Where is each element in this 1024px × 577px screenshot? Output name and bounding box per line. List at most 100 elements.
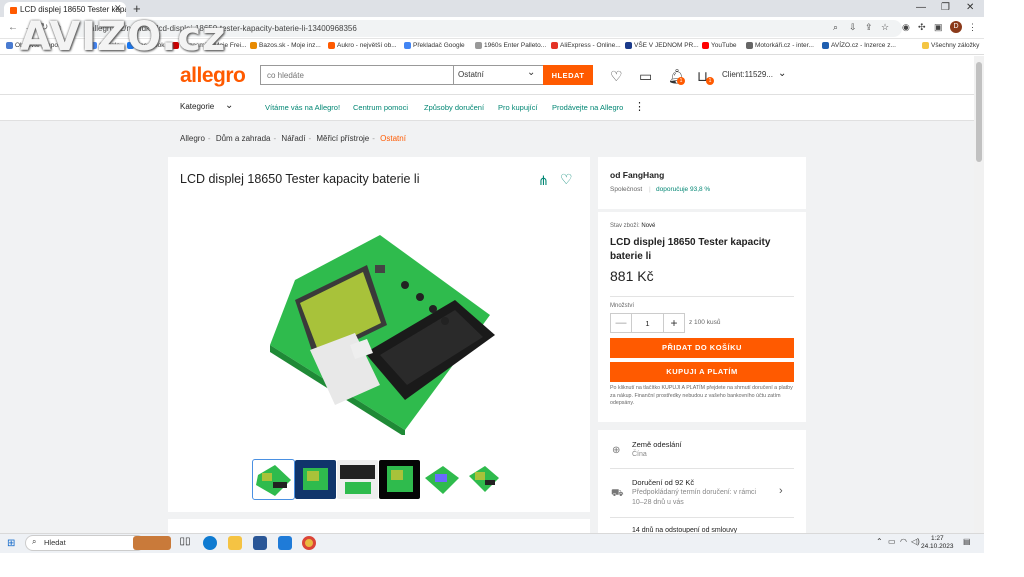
buy-now-button[interactable]: KUPUJI A PLATÍM bbox=[610, 362, 794, 382]
separator: | bbox=[649, 186, 651, 193]
client-account[interactable]: Client:11529... bbox=[722, 70, 773, 79]
buy-note: Po kliknutí na tlačítko KUPUJI A PLATÍM … bbox=[610, 385, 793, 406]
notification-icon[interactable]: ▤ bbox=[963, 537, 971, 546]
widget-icon[interactable] bbox=[133, 536, 171, 550]
back-icon[interactable]: ← bbox=[8, 22, 18, 33]
allegro-logo[interactable]: allegro bbox=[180, 64, 246, 88]
chevron-down-icon: ⌄ bbox=[527, 67, 536, 78]
breadcrumb-current[interactable]: Ostatní bbox=[380, 134, 406, 143]
breadcrumb-item[interactable]: Měřicí přístroje bbox=[316, 134, 369, 143]
clock[interactable]: 1:27 24.10.2023 bbox=[921, 535, 954, 551]
store-icon[interactable] bbox=[253, 536, 267, 550]
seller-type: Společnost bbox=[610, 186, 643, 193]
thumbnail[interactable] bbox=[463, 460, 504, 499]
chrome-icon[interactable] bbox=[302, 536, 316, 550]
thumbnail[interactable] bbox=[379, 460, 420, 499]
truck-icon: ⛟ bbox=[611, 488, 624, 499]
seller-name[interactable]: od FangHang bbox=[610, 170, 664, 180]
bookmark-item[interactable]: Aukro - největší ob... bbox=[328, 42, 397, 49]
folder-icon[interactable] bbox=[228, 536, 242, 550]
install-icon[interactable]: ⇩ bbox=[849, 22, 857, 33]
task-view-icon[interactable]: ▯▯ bbox=[178, 536, 192, 550]
decrease-button[interactable]: — bbox=[610, 313, 632, 333]
product-image[interactable] bbox=[255, 225, 505, 435]
messages-icon[interactable]: ▭ bbox=[639, 68, 652, 85]
globe-icon: ⊕ bbox=[612, 445, 621, 456]
nav-link-help[interactable]: Centrum pomoci bbox=[353, 103, 408, 112]
search-input[interactable] bbox=[260, 65, 454, 85]
menu-icon[interactable]: ⋮ bbox=[968, 22, 977, 33]
extension-icon[interactable]: ◉ bbox=[902, 22, 910, 33]
search-button[interactable]: HLEDAT bbox=[543, 65, 593, 85]
tab-favicon-icon bbox=[10, 7, 17, 14]
more-icon[interactable]: ⋮ bbox=[634, 100, 645, 113]
thumbnail[interactable] bbox=[295, 460, 336, 499]
share-icon[interactable]: ⋔ bbox=[538, 173, 549, 189]
close-tab-icon[interactable]: ✕ bbox=[114, 3, 122, 14]
thumbnail[interactable] bbox=[252, 459, 295, 500]
watermark: AVIZO.cz bbox=[20, 14, 227, 60]
edge-icon[interactable] bbox=[203, 536, 217, 550]
origin-label: Země odeslání bbox=[632, 440, 682, 449]
chevron-right-icon[interactable]: › bbox=[779, 485, 783, 497]
breadcrumb: Allegro - Dům a zahrada - Nářadí - Měřicí p… bbox=[180, 134, 406, 143]
bookmark-star-icon[interactable]: ☆ bbox=[881, 22, 889, 33]
bookmark-item[interactable]: YouTube bbox=[702, 42, 737, 49]
nav-link-delivery[interactable]: Způsoby doručení bbox=[424, 103, 484, 112]
chevron-down-icon: ⌄ bbox=[225, 100, 234, 111]
search-page-icon[interactable]: ⌕ bbox=[833, 22, 838, 33]
volume-icon[interactable]: ◁) bbox=[911, 537, 920, 546]
scrollbar-thumb[interactable] bbox=[976, 62, 982, 162]
bookmark-item[interactable]: VŠE V JEDNOM PR... bbox=[625, 42, 699, 49]
bookmark-item[interactable]: Motorkáři.cz - inter... bbox=[746, 42, 814, 49]
increase-button[interactable]: + bbox=[663, 313, 685, 333]
notification-badge: 1 bbox=[677, 77, 685, 85]
bookmark-item[interactable]: Bazos.sk - Moje inz... bbox=[250, 42, 321, 49]
network-icon[interactable]: ▭ bbox=[888, 537, 896, 546]
breadcrumb-item[interactable]: Dům a zahrada bbox=[216, 134, 271, 143]
bookmark-item[interactable]: Překladač Google bbox=[404, 42, 465, 49]
bottom-margin bbox=[0, 553, 1024, 577]
price: 881 Kč bbox=[610, 268, 654, 284]
wifi-icon[interactable]: ◠ bbox=[900, 537, 907, 546]
window-close-icon[interactable]: ✕ bbox=[966, 2, 974, 13]
chevron-down-icon[interactable]: ⌄ bbox=[778, 68, 786, 79]
profile-avatar[interactable]: D bbox=[950, 21, 962, 33]
categories-menu[interactable]: Kategorie bbox=[180, 102, 214, 111]
seller-rating[interactable]: doporučuje 93,8 % bbox=[656, 186, 710, 193]
thumbnail[interactable] bbox=[337, 460, 378, 499]
nav-link-sell[interactable]: Prodávejte na Allegro bbox=[552, 103, 623, 112]
origin-value: Čína bbox=[632, 451, 647, 458]
chevron-up-icon[interactable]: ⌃ bbox=[876, 537, 883, 546]
condition: Stav zboží: Nové bbox=[610, 223, 656, 229]
bookmark-item[interactable]: Všechny záložky bbox=[922, 42, 979, 49]
delivery-label[interactable]: Doručení od 92 Kč bbox=[632, 478, 694, 487]
nav-link-buyers[interactable]: Pro kupující bbox=[498, 103, 538, 112]
nav-link-welcome[interactable]: Vítáme vás na Allegro! bbox=[265, 103, 340, 112]
restore-icon[interactable]: ❐ bbox=[941, 2, 950, 13]
divider bbox=[610, 296, 794, 297]
minimize-icon[interactable]: — bbox=[916, 2, 926, 13]
quantity-input[interactable] bbox=[631, 313, 664, 333]
mail-icon[interactable] bbox=[278, 536, 292, 550]
thumbnail[interactable] bbox=[421, 460, 462, 499]
cart-badge: 1 bbox=[706, 77, 714, 85]
offer-title: LCD displej 18650 Tester kapacity bateri… bbox=[610, 237, 771, 262]
share-page-icon[interactable]: ⇪ bbox=[865, 22, 873, 33]
bookmark-item[interactable]: 1960s Enter Palleto... bbox=[475, 42, 546, 49]
bookmark-item[interactable]: AliExpress - Online... bbox=[551, 42, 621, 49]
bookmark-item[interactable]: AVÍZO.cz - Inzerce z... bbox=[822, 42, 896, 49]
windows-start-icon[interactable]: ⊞ bbox=[7, 538, 15, 549]
heart-icon[interactable]: ♡ bbox=[610, 68, 623, 85]
breadcrumb-item[interactable]: Allegro bbox=[180, 134, 205, 143]
product-title: LCD displej 18650 Tester kapacity bateri… bbox=[180, 172, 420, 186]
taskbar-search[interactable]: Hledat bbox=[25, 535, 145, 551]
favorite-heart-icon[interactable]: ♡ bbox=[560, 171, 573, 188]
breadcrumb-item[interactable]: Nářadí bbox=[281, 134, 305, 143]
sidepanel-icon[interactable]: ▣ bbox=[934, 22, 943, 33]
divider bbox=[610, 517, 794, 518]
divider bbox=[610, 468, 794, 469]
add-to-cart-button[interactable]: PŘIDAT DO KOŠÍKU bbox=[610, 338, 794, 358]
puzzle-icon[interactable]: ✣ bbox=[918, 22, 926, 33]
search-icon: ⌕ bbox=[32, 537, 37, 546]
